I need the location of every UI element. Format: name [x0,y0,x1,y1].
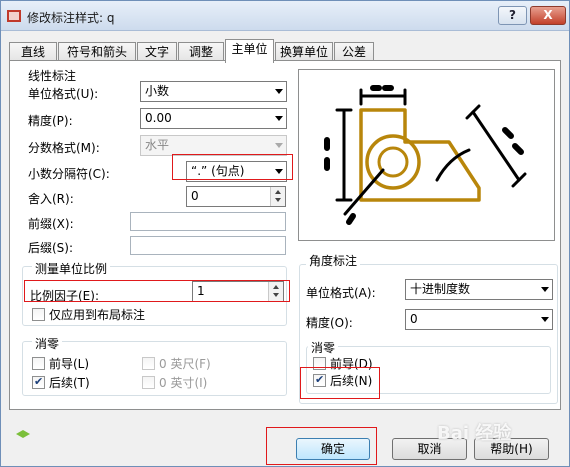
highlight-scale-factor [24,280,290,302]
checkbox-box[interactable] [32,357,45,370]
chevron-down-icon [275,116,283,121]
app-icon [7,10,21,22]
highlight-ok-button [266,427,377,465]
tab-text[interactable]: 文字 [137,42,177,62]
spinner-control[interactable] [270,187,285,206]
decimal-separator-label: 小数分隔符(C): [28,167,110,181]
angular-unit-format-select[interactable]: 十进制度数 [405,279,553,300]
zero-feet-label: 0 英尺(F) [159,357,211,371]
angular-dimensions-title: 角度标注 [306,252,361,269]
zero-inches-label: 0 英寸(I) [159,376,208,390]
fraction-format-label: 分数格式(M): [28,141,100,155]
round-off-value: 0 [191,189,199,203]
leading-zero-checkbox[interactable]: 前导(L) [32,357,89,371]
titlebar-close-button[interactable]: X [530,6,566,25]
round-off-spinner[interactable]: 0 [186,186,286,207]
unit-format-select[interactable]: 小数 [140,81,287,102]
linear-dimensions-title: 线性标注 [28,69,77,83]
preview-drawing [324,85,527,225]
angular-precision-select[interactable]: 0 [405,309,553,330]
tab-symbols-arrows[interactable]: 符号和箭头 [58,42,136,62]
round-off-label: 舍入(R): [28,192,74,206]
tab-primary-units[interactable]: 主单位 [225,39,274,63]
checkbox-box[interactable] [32,308,45,321]
prefix-label: 前缀(X): [28,217,74,231]
unit-format-value: 小数 [145,84,170,98]
spin-up-icon [275,190,281,194]
trailing-zero-label: 后续(T) [49,376,90,390]
angular-zero-title: 消零 [308,339,339,356]
fraction-format-select: 水平 [140,135,287,156]
layout-only-checkbox[interactable]: 仅应用到布局标注 [32,308,145,322]
tab-tolerances[interactable]: 公差 [334,42,374,62]
angular-precision-value: 0 [410,312,418,326]
highlight-decimal-separator [172,154,293,180]
leading-zero-label: 前导(L) [49,357,90,371]
linear-zero-title: 消零 [32,335,63,352]
angular-unit-format-label: 单位格式(A): [306,286,376,300]
highlight-angular-trailing [300,367,380,399]
layout-only-label: 仅应用到布局标注 [49,308,146,322]
checkbox-box [142,376,155,389]
precision-value: 0.00 [145,111,172,125]
status-icon [16,430,30,438]
angular-precision-label: 精度(O): [306,316,353,330]
suffix-input[interactable] [130,236,286,255]
angular-unit-format-value: 十进制度数 [410,282,471,296]
spin-down-icon [275,198,281,202]
titlebar-help-button[interactable]: ? [498,6,527,25]
tab-lines[interactable]: 直线 [9,42,57,62]
tab-fit[interactable]: 调整 [178,42,224,62]
measurement-scale-title: 测量单位比例 [32,260,111,277]
zero-inches-checkbox: 0 英寸(I) [142,376,207,390]
window-title: 修改标注样式: q [27,11,115,25]
checkbox-box-checked[interactable] [32,375,45,389]
unit-format-label: 单位格式(U): [28,87,99,101]
watermark: Bai 经验 [437,423,512,444]
chevron-down-icon [541,317,549,322]
chevron-down-icon [275,89,283,94]
tab-strip: 直线 符号和箭头 文字 调整 主单位 换算单位 公差 [9,39,561,63]
fraction-format-value: 水平 [145,138,170,152]
chevron-down-icon [541,287,549,292]
title-bar[interactable]: 修改标注样式: q ? X [1,1,569,31]
suffix-label: 后缀(S): [28,241,74,255]
trailing-zero-checkbox[interactable]: 后续(T) [32,375,90,390]
precision-label: 精度(P): [28,114,73,128]
dimension-preview [298,69,555,241]
checkbox-box [142,357,155,370]
tab-alternate-units[interactable]: 换算单位 [275,42,333,62]
chevron-down-icon [275,143,283,148]
prefix-input[interactable] [130,212,286,231]
precision-select[interactable]: 0.00 [140,108,287,129]
zero-feet-checkbox: 0 英尺(F) [142,357,211,371]
dialog-window: 修改标注样式: q ? X 直线 符号和箭头 文字 调整 主单位 换算单位 公差… [0,0,570,467]
